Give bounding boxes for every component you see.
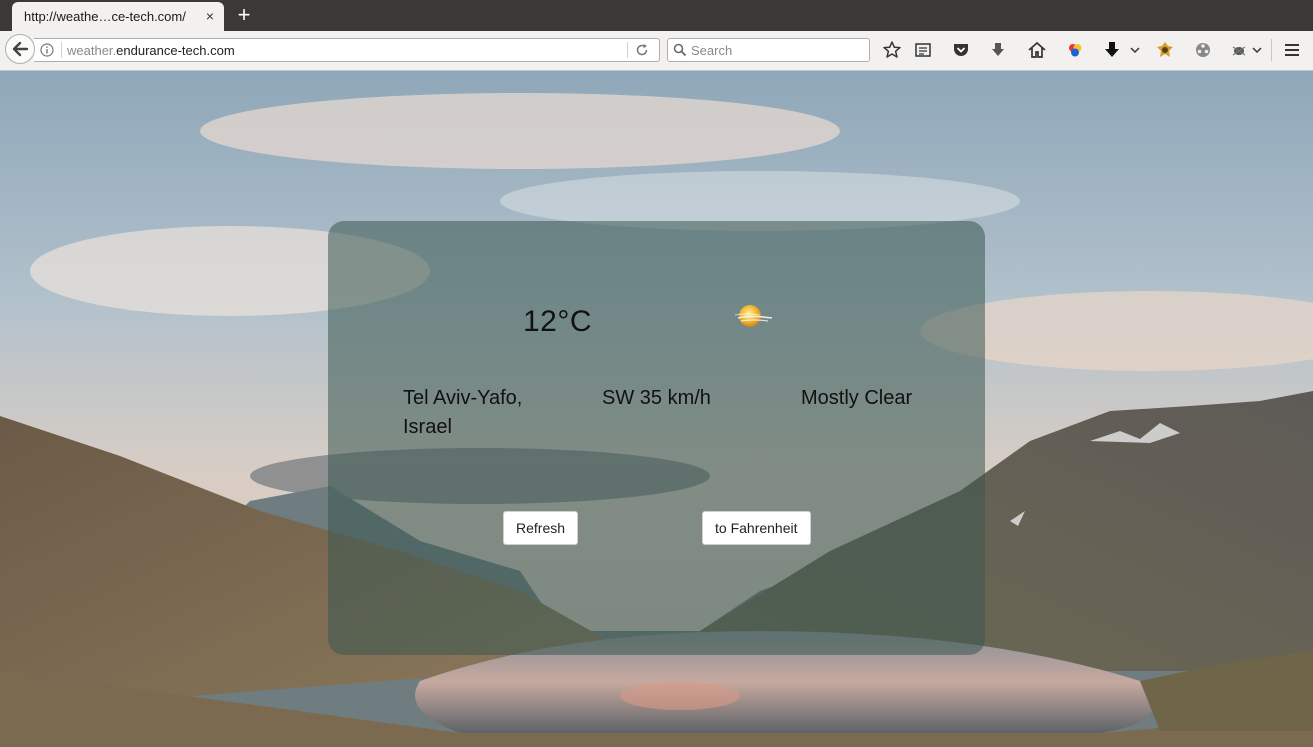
weather-card: 12°C Tel Aviv-Yafo, Israel SW 35 km/h Mo… xyxy=(328,221,985,655)
unit-toggle-button[interactable]: to Fahrenheit xyxy=(702,511,811,545)
bug-extension-icon[interactable] xyxy=(1229,40,1249,60)
condition-label: Mostly Clear xyxy=(801,387,913,409)
toolbar-separator xyxy=(1271,39,1272,61)
sun-with-haze-icon xyxy=(734,305,773,327)
url-separator xyxy=(61,42,62,58)
site-info-icon[interactable] xyxy=(40,43,54,57)
url-domain: endurance-tech.com xyxy=(116,43,235,58)
location-country: Israel xyxy=(403,416,452,438)
navigation-toolbar: weather.endurance-tech.com Search xyxy=(0,31,1313,71)
hamburger-menu-icon[interactable] xyxy=(1282,40,1302,60)
tab-title: http://weathe…ce-tech.com/ xyxy=(24,9,186,24)
download-arrow-extension-icon[interactable] xyxy=(1102,40,1122,60)
translate-extension-icon[interactable] xyxy=(1155,40,1175,60)
new-tab-button[interactable]: + xyxy=(233,3,255,27)
search-placeholder: Search xyxy=(691,43,733,58)
bookmarks-menu-icon[interactable] xyxy=(913,40,933,60)
url-bar[interactable]: weather.endurance-tech.com xyxy=(34,38,660,62)
home-icon[interactable] xyxy=(1027,40,1047,60)
pocket-icon[interactable] xyxy=(951,40,971,60)
location-city: Tel Aviv-Yafo, xyxy=(403,387,523,409)
downloads-icon[interactable] xyxy=(988,40,1008,60)
color-extension-icon[interactable] xyxy=(1065,40,1085,60)
bookmark-star-icon[interactable] xyxy=(882,40,902,60)
back-button[interactable] xyxy=(5,34,35,64)
url-text[interactable]: weather.endurance-tech.com xyxy=(67,43,235,58)
search-bar[interactable]: Search xyxy=(667,38,870,62)
wind-label: SW 35 km/h xyxy=(602,387,711,409)
refresh-button[interactable]: Refresh xyxy=(503,511,579,545)
reload-icon[interactable] xyxy=(635,43,649,57)
url-subdomain: weather. xyxy=(67,43,117,58)
film-reel-extension-icon[interactable] xyxy=(1193,40,1213,60)
search-icon xyxy=(673,43,687,57)
page-viewport: 12°C Tel Aviv-Yafo, Israel SW 35 km/h Mo… xyxy=(0,71,1313,747)
back-arrow-icon xyxy=(12,41,29,57)
browser-tab[interactable]: http://weathe…ce-tech.com/ × xyxy=(12,2,224,31)
temperature-display: 12°C xyxy=(523,305,593,338)
reload-separator xyxy=(627,42,628,58)
chevron-down-icon[interactable] xyxy=(1128,40,1142,60)
close-tab-icon[interactable]: × xyxy=(206,8,214,24)
chevron-down-icon-2[interactable] xyxy=(1250,40,1264,60)
tab-strip: http://weathe…ce-tech.com/ × + xyxy=(0,0,1313,31)
location-label: Tel Aviv-Yafo, Israel xyxy=(403,384,522,442)
